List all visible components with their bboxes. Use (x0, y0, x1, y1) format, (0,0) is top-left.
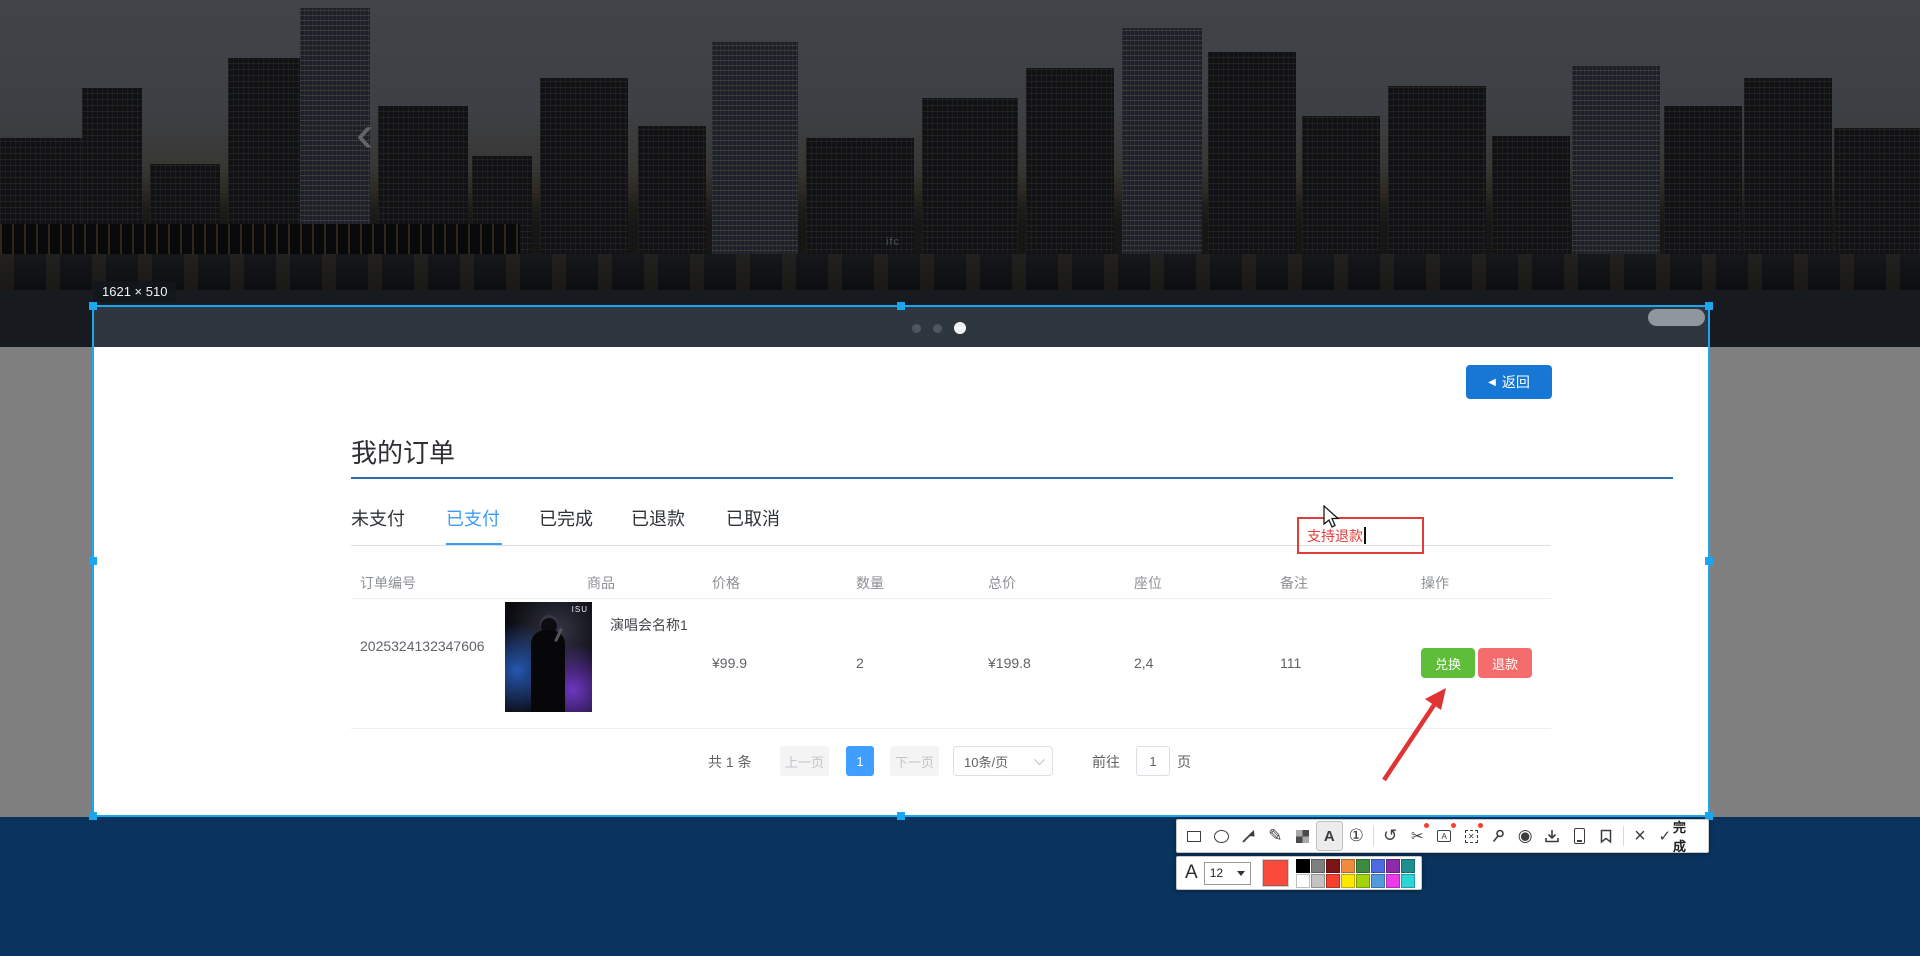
font-size-select[interactable]: 12 (1203, 861, 1251, 885)
dim-overlay-top (0, 0, 1920, 305)
resize-handle-w[interactable] (89, 557, 97, 565)
pencil-icon[interactable]: ✎ (1262, 821, 1289, 851)
annotation-arrow (1382, 688, 1446, 782)
close-icon[interactable]: × (1627, 821, 1654, 851)
palette-color[interactable] (1296, 858, 1310, 873)
undo-icon[interactable]: ↺ (1377, 821, 1404, 851)
dim-overlay-right (1710, 305, 1920, 817)
color-palette (1296, 858, 1415, 888)
annotation-toolbar: ✎ A ① ↺ ✂ A ✕ ◉ × ✓ 完成 (1176, 819, 1709, 854)
arrow-icon[interactable] (1235, 821, 1262, 851)
palette-color[interactable] (1311, 873, 1325, 888)
region-ocr-icon[interactable]: ✂ (1404, 821, 1431, 851)
selection-size-label: 1621 × 510 (93, 281, 177, 302)
rectangle-icon[interactable] (1181, 821, 1208, 851)
bookmark-icon[interactable] (1593, 821, 1620, 851)
palette-color[interactable] (1296, 873, 1310, 888)
palette-color[interactable] (1356, 873, 1370, 888)
done-label: 完成 (1673, 820, 1687, 854)
resize-handle-n[interactable] (897, 302, 905, 310)
current-color-swatch[interactable] (1261, 859, 1290, 887)
palette-color[interactable] (1371, 873, 1385, 888)
text-icon[interactable]: A (1315, 821, 1343, 851)
pin-icon[interactable] (1485, 821, 1512, 851)
resize-handle-sw[interactable] (89, 812, 97, 820)
step-number-icon[interactable]: ① (1343, 821, 1370, 851)
palette-color[interactable] (1386, 858, 1400, 873)
check-icon: ✓ (1658, 828, 1672, 845)
palette-color[interactable] (1371, 858, 1385, 873)
mosaic-icon[interactable] (1289, 821, 1316, 851)
palette-color[interactable] (1341, 873, 1355, 888)
download-icon[interactable] (1539, 821, 1566, 851)
chevron-down-icon (1236, 870, 1245, 876)
palette-color[interactable] (1401, 858, 1415, 873)
palette-color[interactable] (1401, 873, 1415, 888)
mouse-cursor (1323, 505, 1340, 528)
palette-color[interactable] (1326, 858, 1340, 873)
annotation-text-box[interactable]: 支持退款 (1297, 517, 1424, 554)
resize-handle-e[interactable] (1705, 557, 1713, 565)
resize-handle-nw[interactable] (89, 302, 97, 310)
font-size-value: 12 (1209, 866, 1224, 880)
resize-handle-ne[interactable] (1705, 302, 1713, 310)
palette-color[interactable] (1311, 858, 1325, 873)
palette-color[interactable] (1386, 873, 1400, 888)
toolbar-separator (1372, 826, 1374, 846)
ellipse-icon[interactable] (1208, 821, 1235, 851)
resize-handle-s[interactable] (897, 812, 905, 820)
mobile-icon[interactable] (1566, 821, 1593, 851)
done-button[interactable]: ✓ 完成 (1653, 820, 1704, 854)
text-caret (1364, 527, 1366, 544)
palette-color[interactable] (1356, 858, 1370, 873)
dim-overlay-left (0, 305, 92, 817)
toolbar-separator (1622, 826, 1624, 846)
image-ocr-icon[interactable]: A (1431, 821, 1458, 851)
palette-color[interactable] (1326, 873, 1340, 888)
font-icon: A (1185, 862, 1198, 883)
extract-icon[interactable]: ✕ (1458, 821, 1485, 851)
record-icon[interactable]: ◉ (1512, 821, 1539, 851)
text-style-toolbar: A 12 (1176, 856, 1422, 890)
palette-color[interactable] (1341, 858, 1355, 873)
